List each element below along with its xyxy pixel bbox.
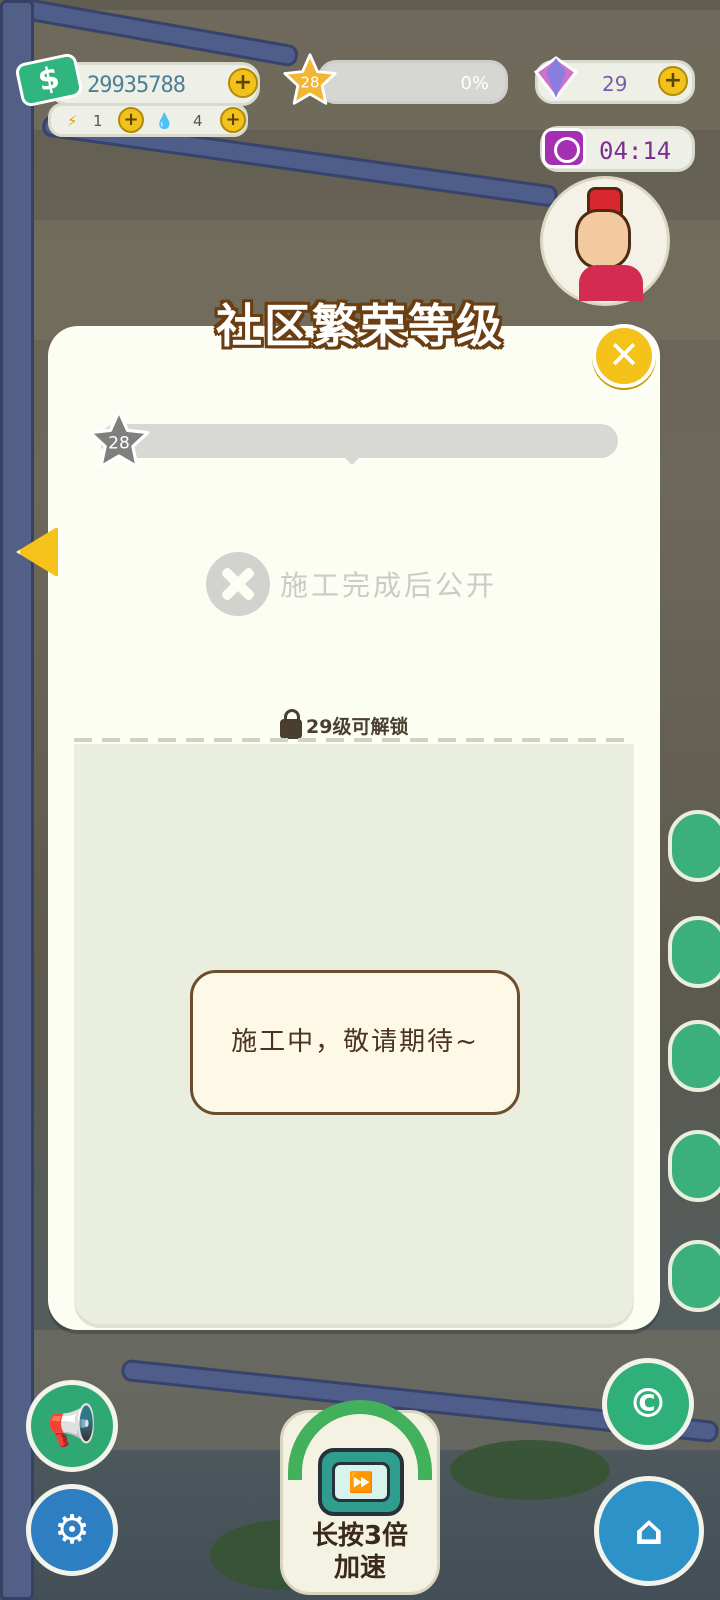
- unlock-text: 29级可解锁: [306, 716, 409, 738]
- npc-body: [579, 265, 643, 301]
- gem-value: 29: [602, 72, 628, 96]
- water-value: 4: [193, 112, 203, 130]
- close-button[interactable]: ✕: [592, 324, 656, 388]
- side-button[interactable]: [668, 1020, 720, 1092]
- level-number: 28: [301, 73, 320, 91]
- side-button[interactable]: [668, 810, 720, 882]
- side-button[interactable]: [668, 916, 720, 988]
- settings-button[interactable]: ⚙: [26, 1484, 118, 1576]
- home-wrench-icon: ⌂: [634, 1508, 664, 1554]
- water-drop-icon: 💧: [155, 112, 174, 130]
- energy-icon: ⚡: [67, 112, 78, 130]
- current-level-star-icon: 28: [88, 409, 150, 469]
- x-circle-icon: [206, 552, 270, 616]
- current-level-number: 28: [108, 434, 130, 454]
- coin-icon: ©: [628, 1381, 668, 1427]
- npc-face: [575, 209, 631, 269]
- resource-display: ⚡ 1 💧 4: [48, 103, 248, 137]
- level-star-icon: 28: [283, 53, 337, 105]
- add-money-button[interactable]: +: [228, 68, 258, 98]
- lock-icon: [280, 708, 302, 739]
- reveal-text: 施工完成后公开: [280, 569, 498, 602]
- megaphone-icon: 📢: [47, 1403, 97, 1449]
- build-home-button[interactable]: ⌂: [594, 1476, 704, 1586]
- level-progress-bar: 0%: [318, 60, 508, 104]
- dashed-divider: [74, 738, 634, 742]
- money-value: 29935788: [87, 73, 186, 98]
- progress-marker: [342, 455, 362, 465]
- energy-value: 1: [93, 112, 103, 130]
- clock-icon: [542, 128, 586, 168]
- tv-icon: ⏩: [318, 1448, 404, 1516]
- add-energy-button[interactable]: +: [118, 107, 144, 133]
- speed-up-label: 长按3倍 加速: [280, 1520, 440, 1584]
- level-progress-percent: 0%: [460, 73, 489, 94]
- modal-title: 社区繁荣等级: [216, 299, 504, 353]
- gem-icon: [533, 56, 579, 101]
- speed-label-line1: 长按3倍: [311, 1521, 409, 1551]
- unlock-requirement: 29级可解锁: [280, 708, 409, 739]
- construction-text: 施工中，敬请期待~: [231, 1027, 479, 1057]
- hidden-reward-info: 施工完成后公开: [206, 552, 497, 616]
- announcement-button[interactable]: 📢: [26, 1380, 118, 1472]
- prosperity-progress-track: [100, 424, 618, 458]
- npc-merchant-avatar[interactable]: [540, 176, 670, 306]
- side-button[interactable]: [668, 1240, 720, 1312]
- side-button[interactable]: [668, 1130, 720, 1202]
- under-construction-notice: 施工中，敬请期待~: [190, 970, 520, 1115]
- fast-forward-icon: ⏩: [332, 1462, 390, 1502]
- timer-value: 04:14: [599, 137, 672, 165]
- coin-shop-button[interactable]: ©: [602, 1358, 694, 1450]
- add-water-button[interactable]: +: [220, 107, 246, 133]
- speed-label-line2: 加速: [333, 1553, 386, 1583]
- gear-icon: ⚙: [54, 1507, 90, 1553]
- add-gems-button[interactable]: +: [658, 66, 688, 96]
